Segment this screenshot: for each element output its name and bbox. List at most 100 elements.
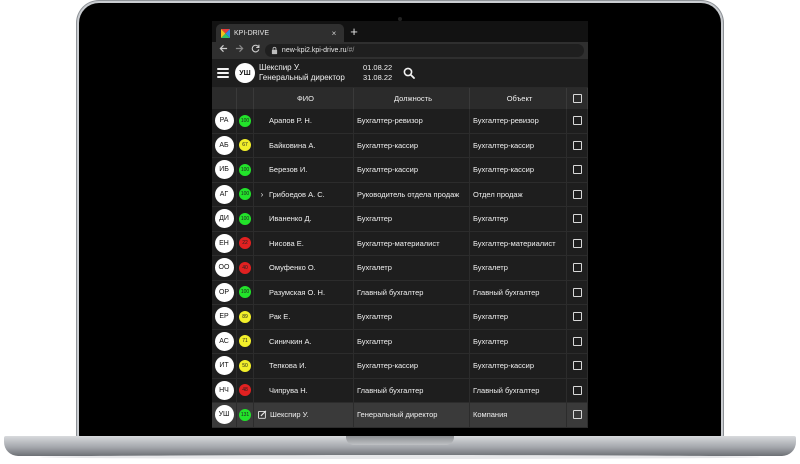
score-cell: 100 [237, 207, 254, 231]
object-cell: Бухгалтер [470, 207, 567, 231]
forward-arrow-icon[interactable] [232, 43, 248, 58]
url-host: new-kpi2.kpi-drive.ru [281, 47, 347, 54]
avatar[interactable]: НЧ [214, 380, 234, 400]
employee-name: Нисова Е. [269, 238, 304, 248]
employee-table: ФИО Должность Объект РА 100 Арапов Р. Н. Бу… [212, 88, 588, 428]
row-checkbox[interactable] [572, 238, 582, 248]
name-cell[interactable]: › Грибоедов А. С. [254, 182, 354, 206]
current-user-avatar[interactable]: УШ [235, 63, 255, 83]
name-cell[interactable]: Омуфенко О. [254, 256, 354, 280]
object-cell: Главный бухгалтер [470, 280, 567, 304]
column-header-name[interactable]: ФИО [254, 88, 354, 109]
avatar[interactable]: ОО [214, 258, 234, 278]
row-checkbox[interactable] [572, 336, 582, 346]
back-arrow-icon[interactable] [216, 43, 232, 58]
avatar[interactable]: РА [214, 111, 234, 131]
table-row[interactable]: ИТ 50 Тепкова И. Бухгалтер-кассир Бухгалтер-… [212, 354, 588, 379]
table-row[interactable]: АБ 67 Байковина А. Бухгалтер-кассир Бухгалте… [212, 133, 588, 158]
column-header-object[interactable]: Объект [470, 88, 567, 109]
score-cell: 89 [237, 305, 254, 329]
kpi-score-badge: 71 [239, 335, 251, 348]
employee-name: Омуфенко О. [269, 263, 316, 273]
table-row[interactable]: РА 100 Арапов Р. Н. Бухгалтер-ревизор Бухгал… [212, 109, 588, 134]
avatar[interactable]: УШ [214, 405, 234, 425]
search-icon[interactable] [403, 67, 415, 79]
score-cell: 48 [237, 378, 254, 402]
browser-tab[interactable]: KPI-DRIVE × [216, 24, 344, 42]
avatar[interactable]: ЕН [214, 233, 234, 253]
avatar-cell: ЕР [212, 305, 237, 329]
position-cell: Бухгалтер-ревизор [354, 109, 470, 133]
object-cell: Бухгалтер-кассир [470, 133, 567, 157]
table-row[interactable]: ОО 40 Омуфенко О. Бухгалетр Бухгалетр [212, 256, 588, 281]
row-checkbox[interactable] [572, 214, 582, 224]
table-row[interactable]: АС 71 Синичкин А. Бухгалтер Бухгалтер [212, 329, 588, 354]
checkbox-cell [567, 280, 588, 304]
avatar[interactable]: АБ [214, 135, 234, 155]
laptop-screen: KPI-DRIVE × + new-kpi2.kpi-drive.ru/#/ У… [212, 21, 588, 428]
reload-icon[interactable] [247, 43, 263, 58]
name-cell[interactable]: Байковина А. [254, 133, 354, 157]
hamburger-menu-icon[interactable] [217, 68, 229, 78]
table-row[interactable]: ДИ 100 Иваненко Д. Бухгалтер Бухгалтер [212, 207, 588, 232]
row-checkbox[interactable] [572, 410, 582, 420]
row-checkbox[interactable] [572, 116, 582, 126]
avatar[interactable]: ИБ [214, 160, 234, 180]
name-cell[interactable]: Чипрува Н. [254, 378, 354, 402]
name-cell[interactable]: Арапов Р. Н. [254, 109, 354, 133]
avatar[interactable]: ЕР [214, 307, 234, 327]
name-cell[interactable]: Тепкова И. [254, 354, 354, 378]
name-cell[interactable]: Разумская О. Н. [254, 280, 354, 304]
close-tab-icon[interactable]: × [329, 29, 339, 38]
table-row[interactable]: УШ 131 Шекспир У. Генеральный директор Компа… [212, 403, 588, 428]
row-checkbox[interactable] [572, 312, 582, 322]
avatar[interactable]: АС [214, 331, 234, 351]
kpi-score-badge: 67 [239, 139, 251, 152]
name-cell[interactable]: Иваненко Д. [254, 207, 354, 231]
row-checkbox[interactable] [572, 287, 582, 297]
position-cell: Бухгалетр [354, 256, 470, 280]
row-checkbox[interactable] [572, 189, 582, 199]
row-checkbox[interactable] [572, 361, 582, 371]
table-row[interactable]: НЧ 48 Чипрува Н. Главный бухгалтер Главный б… [212, 378, 588, 403]
name-cell[interactable]: Нисова Е. [254, 231, 354, 255]
avatar[interactable]: ДИ [214, 209, 234, 229]
table-row[interactable]: ЕН 22 Нисова Е. Бухгалтер-материалист Бухгал… [212, 231, 588, 256]
name-cell[interactable]: Березов И. [254, 158, 354, 182]
table-row[interactable]: АГ 100 › Грибоедов А. С. Руководитель отдела… [212, 182, 588, 207]
table-row[interactable]: ОР 100 Разумская О. Н. Главный бухгалтер Гла… [212, 280, 588, 305]
edit-icon[interactable] [258, 410, 267, 419]
row-checkbox[interactable] [572, 385, 582, 395]
table-row[interactable]: ЕР 89 Рак Е. Бухгалтер Бухгалтер [212, 305, 588, 330]
kpi-score-badge: 50 [239, 359, 251, 372]
employee-name: Разумская О. Н. [269, 287, 326, 297]
table-header: ФИО Должность Объект [212, 88, 588, 109]
row-checkbox[interactable] [572, 263, 582, 273]
checkbox-cell [567, 207, 588, 231]
column-header-position[interactable]: Должность [354, 88, 470, 109]
current-user-info: Шекспир У. Генеральный директор [259, 63, 361, 83]
avatar-cell: ЕН [212, 231, 237, 255]
period-selector[interactable]: 01.08.22 31.08.22 [363, 63, 399, 83]
position-cell: Генеральный директор [354, 403, 470, 427]
checkbox-cell [567, 133, 588, 157]
table-row[interactable]: ИБ 100 Березов И. Бухгалтер-кассир Бухгалтер… [212, 158, 588, 183]
row-checkbox[interactable] [572, 140, 582, 150]
name-cell[interactable]: Синичкин А. [254, 329, 354, 353]
name-cell[interactable]: Шекспир У. [254, 403, 354, 427]
score-cell: 100 [237, 109, 254, 133]
address-bar[interactable]: new-kpi2.kpi-drive.ru/#/ [264, 44, 584, 57]
avatar[interactable]: ОР [214, 282, 234, 302]
score-cell: 100 [237, 182, 254, 206]
new-tab-button[interactable]: + [346, 24, 362, 40]
row-checkbox[interactable] [572, 165, 582, 175]
position-cell: Главный бухгалтер [354, 378, 470, 402]
kpi-score-badge: 100 [239, 212, 251, 225]
employee-name: Тепкова И. [269, 361, 307, 371]
name-cell[interactable]: Рак Е. [254, 305, 354, 329]
select-all-checkbox[interactable] [572, 94, 582, 103]
kpi-score-badge: 100 [239, 188, 251, 201]
avatar[interactable]: АГ [214, 184, 234, 204]
expand-chevron-icon[interactable]: › [258, 190, 266, 199]
avatar[interactable]: ИТ [214, 356, 234, 376]
